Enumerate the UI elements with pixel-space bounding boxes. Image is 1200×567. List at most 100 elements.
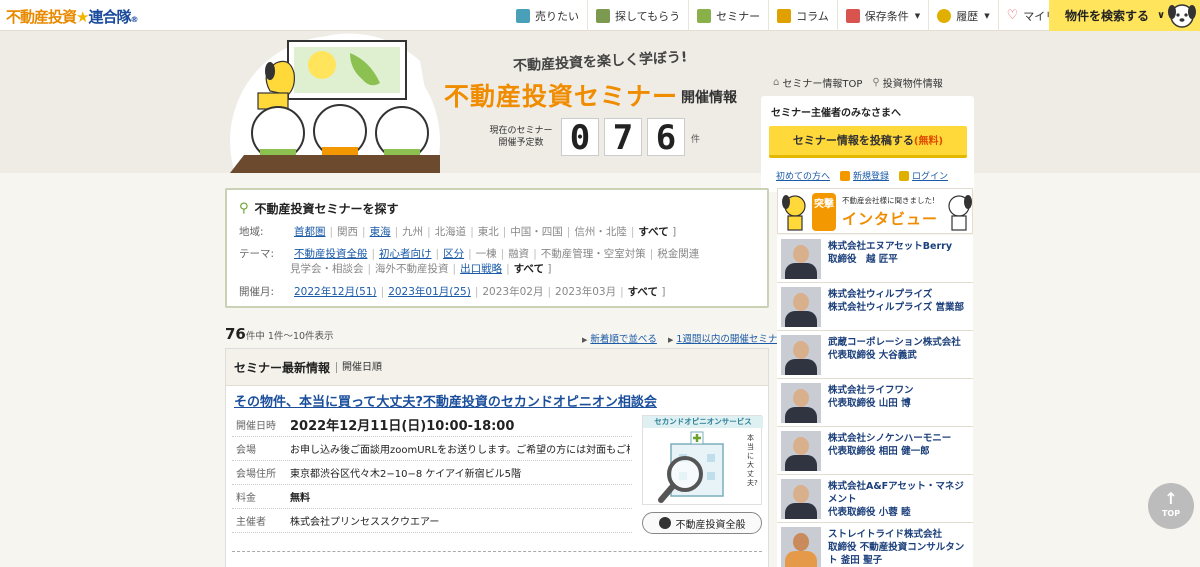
interview-item[interactable]: 株式会社ウィルプライズ 株式会社ウィルプライズ 営業部 — [777, 283, 973, 331]
result-total: 76 — [225, 325, 246, 343]
register-icon — [840, 170, 851, 181]
list-header: セミナー最新情報 開催日順 — [226, 349, 768, 386]
within-week-link[interactable]: 1週間以内の開催セミナー — [676, 334, 787, 345]
list-divider — [232, 551, 762, 552]
filter-option: 東北 — [477, 226, 499, 238]
organizer-box: セミナー主催者のみなさまへ セミナー情報を投稿する(無料) 初めての方へ 新規登… — [761, 96, 974, 192]
filter-label: 開催月: — [239, 286, 275, 298]
link-label: ログイン — [912, 172, 949, 182]
seminar-title-link[interactable]: その物件、本当に買って大丈夫?不動産投資のセカンドオピニオン相談会 — [234, 391, 657, 410]
interview-item[interactable]: 株式会社エヌアセットBerry 取締役 越 匠平 — [777, 235, 973, 283]
hospital-magnifier-icon — [658, 431, 724, 503]
filter-option: 見学会・相談会 — [290, 263, 364, 275]
top-button-label: TOP — [1161, 509, 1181, 518]
detail-key: 主催者 — [236, 517, 266, 528]
back-to-top-button[interactable]: ↑ TOP — [1148, 483, 1194, 529]
investment-property-link[interactable]: ⚲ 投資物件情報 — [872, 75, 942, 90]
nav-label: セミナー — [716, 9, 761, 23]
nav-column[interactable]: コラム — [768, 0, 837, 31]
counter-digit: 6 — [647, 118, 685, 157]
filter-region: 地域: 首都圏 | 関西 | 東海 | 九州 | 北海道 | 東北 | 中国・四国 | 信州・北陸 | すべて ] — [239, 226, 677, 238]
hero-title-suffix: 開催情報 — [681, 90, 737, 106]
list-heading: セミナー最新情報 — [234, 360, 331, 375]
search-panel-title: ⚲ 不動産投資セミナーを探す — [239, 200, 399, 217]
detail-value: 株式会社プリンセススクウエアー — [290, 517, 440, 528]
filter-option[interactable]: 初心者向け — [379, 248, 432, 260]
filter-all[interactable]: すべて — [628, 286, 658, 298]
hero-links: ⌂ セミナー情報TOP ⚲ 投資物件情報 — [773, 75, 953, 90]
filter-label: テーマ: — [239, 248, 275, 260]
person-icon — [658, 517, 671, 529]
detail-row: 主催者 株式会社プリンセススクウエアー — [232, 509, 632, 533]
filter-all[interactable]: すべて — [514, 263, 544, 275]
post-seminar-button[interactable]: セミナー情報を投稿する(無料) — [769, 126, 967, 158]
detail-value: 東京都渋谷区代々木2−10−8 ケイアイ新宿ビル5階 — [290, 469, 522, 480]
nav-label: 探してもらう — [615, 9, 681, 23]
interview-item[interactable]: ストレイトライド株式会社 取締役 不動産投資コンサルタント 釜田 聖子 — [777, 523, 973, 567]
interview-item[interactable]: 武蔵コーポレーション株式会社 代表取締役 大谷義武 — [777, 331, 973, 379]
heart-icon: ♡ — [1006, 8, 1019, 23]
interviewee-text: 株式会社シノケンハーモニー 代表取締役 相田 健一郎 — [828, 433, 952, 457]
nav-saved-conditions[interactable]: 保存条件 ▼ — [836, 0, 928, 31]
interview-subtitle: 不動産会社様に聞きました! — [842, 196, 936, 205]
post-button-label: セミナー情報を投稿する — [792, 134, 914, 147]
post-button-free: (無料) — [913, 136, 944, 147]
property-search-button[interactable]: 物件を検索する ∨ — [1049, 0, 1200, 31]
mascot-dog-icon — [948, 195, 972, 231]
seminar-list: セミナー最新情報 開催日順 その物件、本当に買って大丈夫?不動産投資のセカンドオ… — [225, 348, 769, 567]
home-icon: ⌂ — [773, 77, 780, 88]
interview-title: インタビュー — [842, 210, 939, 228]
interview-item[interactable]: 株式会社A&Fアセット・マネジメント 代表取締役 小蓉 睦 — [777, 475, 973, 523]
search-title-text: 不動産投資セミナーを探す — [254, 202, 399, 216]
filter-option[interactable]: 首都圏 — [294, 226, 326, 238]
site-logo[interactable]: 不動産投資★連合隊® — [6, 6, 138, 27]
nav-history[interactable]: 履歴 ▼ — [928, 0, 997, 31]
nav-label: 履歴 — [956, 9, 979, 23]
seminar-search-panel: ⚲ 不動産投資セミナーを探す 地域: 首都圏 | 関西 | 東海 | 九州 | 北海道 | 東北 | 中国… — [225, 188, 769, 308]
seminar-icon — [697, 8, 712, 23]
detail-key: 開催日時 — [236, 421, 276, 432]
nav-sell[interactable]: 売りたい — [508, 0, 587, 31]
lock-icon — [899, 170, 910, 181]
seminar-thumbnail[interactable]: セカンドオピニオンサービス 本当に大丈夫? — [642, 415, 763, 505]
nav-request-search[interactable]: 探してもらう — [587, 0, 688, 31]
filter-option[interactable]: 2023年01月(25) — [388, 286, 471, 298]
detail-value: 2022年12月11日(日)10:00-18:00 — [290, 419, 515, 434]
thumbnail-label: セカンドオピニオンサービス — [643, 416, 763, 428]
filter-option[interactable]: 東海 — [370, 226, 391, 238]
nav-label: コラム — [796, 9, 829, 23]
detail-row: 開催日時 2022年12月11日(日)10:00-18:00 — [232, 413, 632, 437]
interviewee-photo — [781, 431, 821, 471]
result-count: 76件中 1件〜10件表示 — [225, 325, 334, 343]
chevron-down-icon: ∨ — [1157, 10, 1166, 21]
interviewee-photo — [781, 383, 821, 423]
filter-option[interactable]: 出口戦略 — [460, 263, 502, 275]
first-time-link[interactable]: 初めての方へ — [776, 169, 830, 182]
detail-row: 会場住所 東京都渋谷区代々木2−10−8 ケイアイ新宿ビル5階 — [232, 461, 632, 485]
download-icon — [845, 8, 860, 23]
login-link[interactable]: ログイン — [899, 169, 948, 182]
filter-option[interactable]: 2022年12月(51) — [294, 286, 377, 298]
filter-option[interactable]: 不動産投資全般 — [294, 248, 368, 260]
filter-all[interactable]: すべて — [638, 226, 668, 238]
interview-item[interactable]: 株式会社シノケンハーモニー 代表取締役 相田 健一郎 — [777, 427, 973, 475]
hero-illustration — [230, 33, 440, 173]
organizer-title: セミナー主催者のみなさまへ — [771, 108, 901, 119]
seminar-top-link[interactable]: ⌂ セミナー情報TOP — [773, 75, 862, 90]
filter-option: 一棟 — [475, 248, 497, 260]
filter-option[interactable]: 区分 — [443, 248, 464, 260]
sort-newest-link[interactable]: 新着順で並べる — [590, 334, 657, 345]
filter-option: 関西 — [337, 226, 359, 238]
header-nav: 売りたい 探してもらう セミナー コラム 保存条件 ▼ 履歴 ▼ ♡ マイリスト — [508, 0, 1086, 31]
interview-item[interactable]: 株式会社ライフワン 代表取締役 山田 博 — [777, 379, 973, 427]
top-bar: 不動産投資★連合隊® 売りたい 探してもらう セミナー コラム 保存条件 ▼ 履… — [0, 0, 1200, 31]
interview-banner[interactable]: 突撃 不動産会社様に聞きました! インタビュー — [777, 188, 973, 234]
detail-key: 会場住所 — [236, 469, 276, 480]
mascot-dog-icon — [1168, 4, 1196, 28]
link-label: セミナー情報TOP — [782, 79, 863, 90]
register-link[interactable]: 新規登録 — [840, 169, 889, 182]
search-icon: ⚲ — [239, 201, 249, 216]
nav-seminar[interactable]: セミナー — [688, 0, 768, 31]
theme-tag-button[interactable]: 不動産投資全般 — [642, 512, 762, 534]
thumbnail-side-text: 本当に大丈夫? — [747, 434, 758, 487]
